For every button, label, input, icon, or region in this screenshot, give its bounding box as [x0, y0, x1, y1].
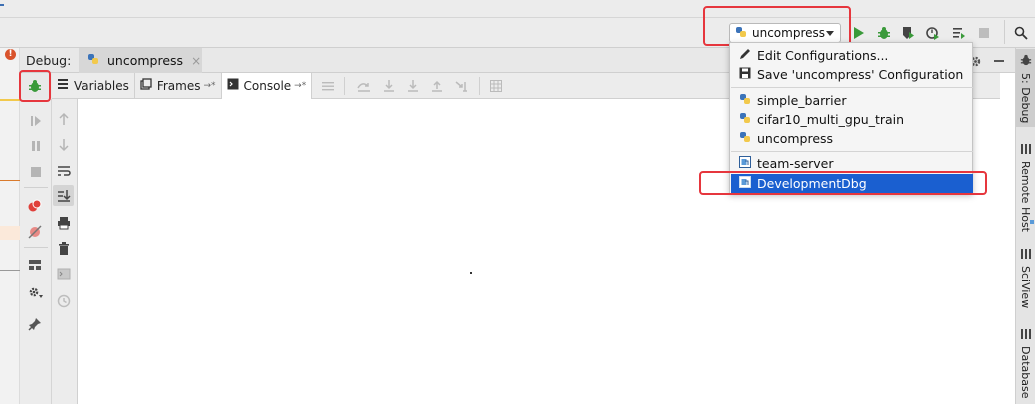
gutter-highlight-line	[0, 226, 20, 240]
menu-item-label: cifar10_multi_gpu_train	[757, 112, 905, 127]
remote-config-icon	[739, 156, 751, 171]
arrow-up-icon[interactable]	[55, 110, 73, 128]
close-icon[interactable]: ×	[191, 54, 201, 68]
debug-icon[interactable]	[874, 23, 894, 43]
print-icon[interactable]	[55, 214, 73, 232]
run-config-label: uncompress	[752, 26, 826, 40]
resume-icon[interactable]	[27, 112, 45, 130]
pencil-icon	[739, 48, 751, 63]
run-with-coverage-icon[interactable]	[898, 23, 918, 43]
tab-variables-label: Variables	[74, 78, 129, 93]
title-strip-mark	[0, 4, 4, 6]
search-icon[interactable]	[1011, 23, 1031, 43]
soft-wrap-icon[interactable]	[55, 162, 73, 180]
pin-tab-icon[interactable]: →*	[294, 81, 306, 91]
evaluate-expression-icon[interactable]	[490, 79, 503, 92]
gutter-marker-yellow	[0, 99, 20, 101]
stop-icon[interactable]	[974, 23, 994, 43]
step-into-my-code-icon[interactable]	[407, 79, 419, 92]
run-icon[interactable]	[849, 23, 869, 43]
tool-window-debug[interactable]: 5: Debug	[1016, 49, 1035, 127]
text-cursor-dot	[470, 272, 472, 274]
database-icon	[1020, 328, 1031, 342]
mute-breakpoints-icon[interactable]	[26, 223, 44, 241]
minimize-icon[interactable]	[994, 60, 1004, 62]
python-console-icon[interactable]	[55, 265, 73, 283]
profile-icon[interactable]	[923, 23, 943, 43]
menu-item-label: Save 'uncompress' Configuration	[757, 67, 964, 82]
tool-window-debug-label: 5: Debug	[1019, 73, 1032, 124]
gutter-marker-gray	[0, 270, 20, 271]
chevron-down-icon	[826, 30, 834, 36]
tool-window-database[interactable]: Database	[1016, 328, 1035, 404]
pause-icon[interactable]	[27, 137, 45, 155]
scroll-marker	[1030, 220, 1034, 224]
window-title-strip	[0, 0, 1035, 18]
debug-session-tab-label: uncompress	[107, 53, 184, 68]
menu-item-label: Edit Configurations...	[757, 48, 889, 63]
debug-panel-label: Debug:	[26, 53, 72, 68]
save-icon	[739, 67, 751, 82]
tool-window-sciview-label: SciView	[1019, 266, 1032, 309]
tab-frames-label: Frames	[156, 78, 201, 93]
python-icon	[739, 131, 751, 146]
tab-console[interactable]: Console →*	[221, 72, 313, 99]
menu-item-save-configuration[interactable]: Save 'uncompress' Configuration	[731, 65, 973, 84]
tool-window-database-label: Database	[1019, 346, 1032, 399]
python-icon	[735, 26, 747, 41]
menu-item-config-uncompress[interactable]: uncompress	[731, 129, 973, 148]
pin-icon[interactable]	[26, 315, 44, 333]
menu-separator	[731, 151, 973, 152]
python-icon	[739, 112, 751, 127]
bug-icon	[1020, 54, 1032, 69]
bug-icon[interactable]	[26, 77, 44, 95]
trash-icon[interactable]	[55, 240, 73, 258]
toolbar-separator	[344, 76, 346, 95]
view-breakpoints-icon[interactable]	[26, 197, 44, 215]
menu-item-label: uncompress	[757, 131, 834, 146]
layout-icon[interactable]	[26, 256, 44, 274]
history-icon[interactable]	[55, 292, 73, 310]
menu-item-edit-configurations[interactable]: Edit Configurations...	[731, 46, 973, 65]
remote-host-icon	[1020, 143, 1031, 157]
console-icon	[227, 78, 239, 93]
menu-item-label: team-server	[757, 156, 834, 171]
menu-separator	[731, 87, 973, 88]
toolbar-divider	[1004, 20, 1005, 44]
tab-frames[interactable]: Frames →*	[135, 72, 222, 99]
error-indicator-icon[interactable]: !	[5, 49, 16, 60]
menu-item-config-simple-barrier[interactable]: simple_barrier	[731, 91, 973, 110]
run-config-selector[interactable]: uncompress	[729, 23, 841, 43]
sciview-icon	[1020, 248, 1031, 262]
toolbar-separator	[24, 187, 48, 188]
step-out-icon[interactable]	[431, 80, 443, 92]
toolbar-separator	[479, 76, 481, 95]
variables-icon	[57, 78, 69, 93]
run-list-icon[interactable]	[949, 23, 969, 43]
tab-variables[interactable]: Variables	[52, 72, 135, 99]
frames-icon	[140, 78, 152, 93]
gutter-marker-orange	[0, 180, 20, 181]
python-icon	[739, 93, 751, 108]
scroll-to-end-icon[interactable]	[55, 187, 73, 205]
development-dbg-highlight	[699, 171, 987, 195]
step-over-icon[interactable]	[357, 80, 371, 92]
menu-item-config-cifar10[interactable]: cifar10_multi_gpu_train	[731, 110, 973, 129]
tool-window-sciview[interactable]: SciView	[1016, 248, 1035, 310]
stop-icon[interactable]	[27, 163, 45, 181]
hamburger-icon[interactable]	[322, 80, 335, 92]
step-into-icon[interactable]	[383, 79, 395, 92]
gear-icon[interactable]	[26, 283, 44, 301]
toolbar-separator	[24, 247, 48, 248]
menu-item-label: simple_barrier	[757, 93, 847, 108]
run-to-cursor-icon[interactable]	[455, 80, 469, 92]
arrow-down-icon[interactable]	[55, 136, 73, 154]
debug-session-tab[interactable]: uncompress ×	[79, 48, 202, 73]
tab-console-label: Console	[243, 78, 292, 93]
python-icon	[87, 53, 99, 68]
pin-tab-icon[interactable]: →*	[203, 81, 215, 91]
